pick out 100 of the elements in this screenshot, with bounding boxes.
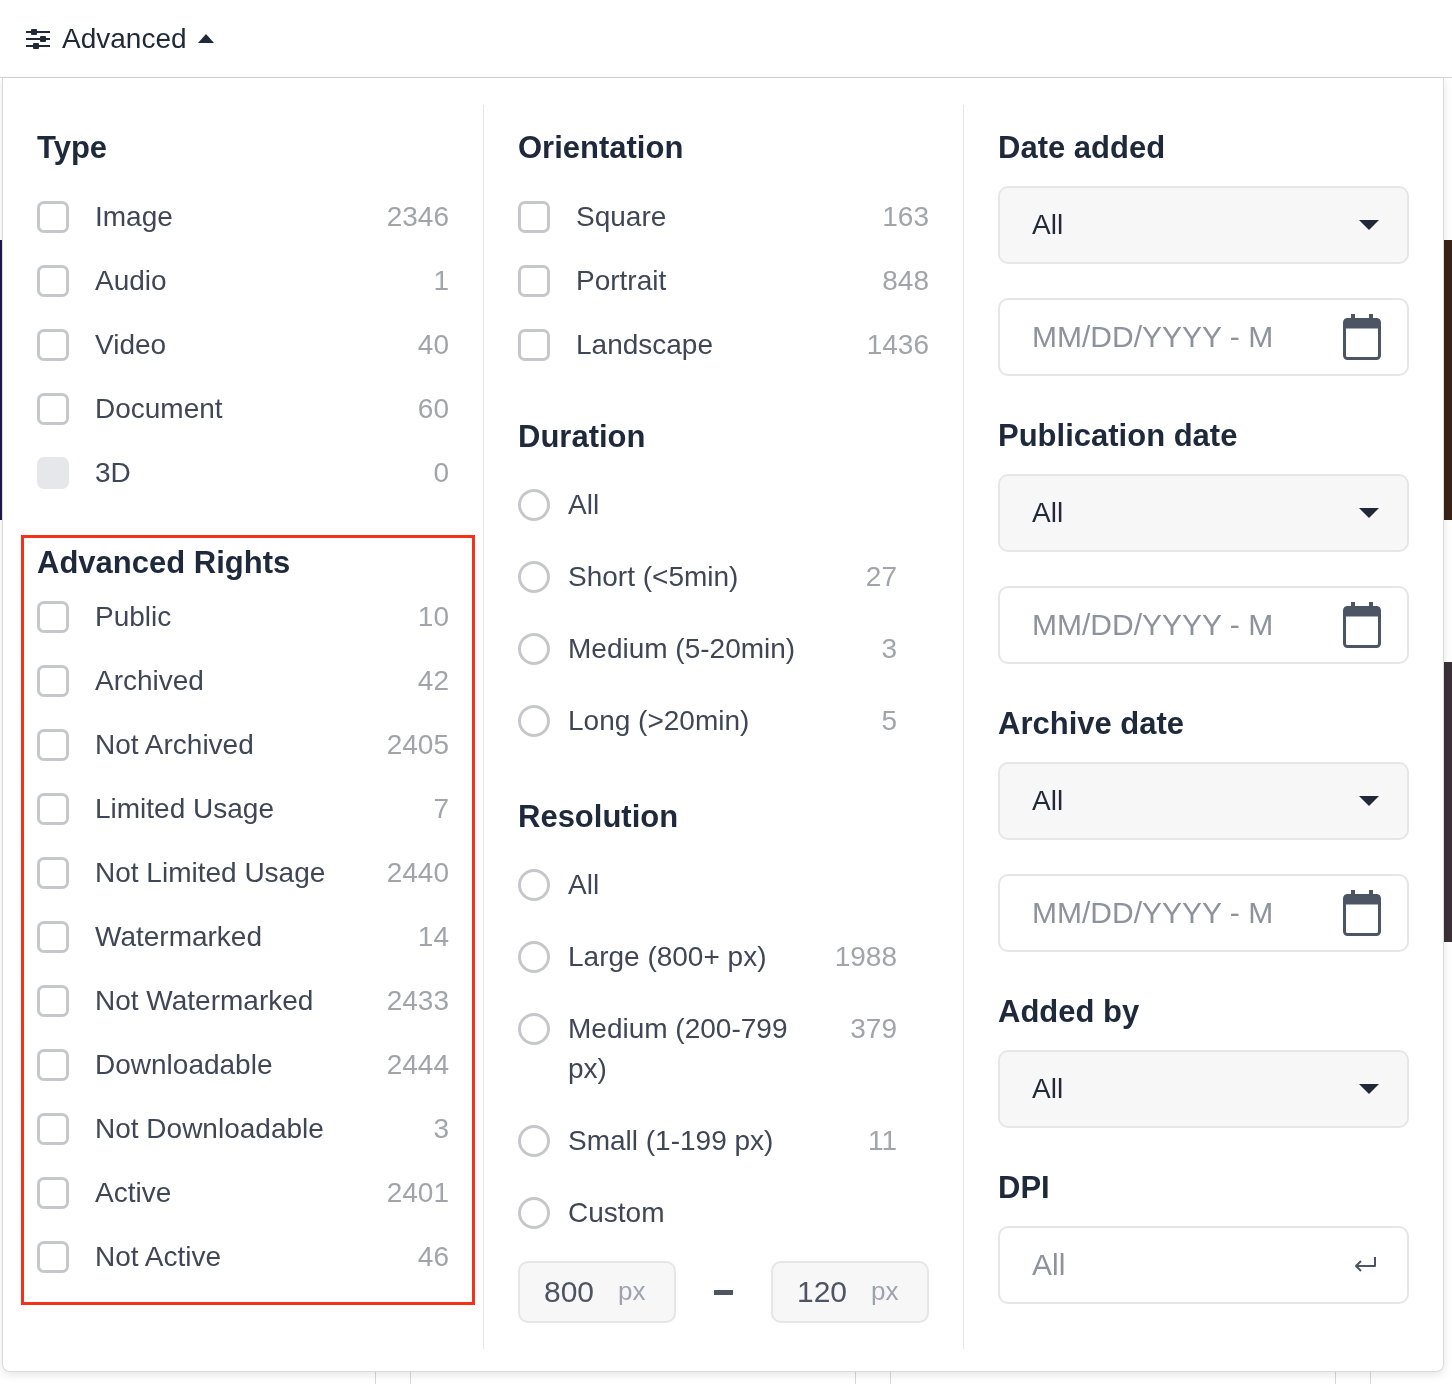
option-count: 2444 — [386, 1049, 449, 1081]
radio-button[interactable] — [518, 561, 550, 593]
checkbox[interactable] — [518, 265, 550, 297]
option-count: 2346 — [386, 201, 449, 233]
section-heading: Publication date — [998, 417, 1239, 455]
section-heading: Archive date — [998, 705, 1186, 743]
option-label: Not Limited Usage — [95, 857, 327, 889]
checkbox[interactable] — [37, 793, 69, 825]
section-heading: DPI — [998, 1169, 1051, 1207]
option-count: 1 — [433, 265, 449, 297]
option-count: 848 — [882, 265, 929, 297]
section-heading: Added by — [998, 993, 1141, 1031]
checkbox[interactable] — [37, 665, 69, 697]
option-label: Large (800+ px) — [568, 940, 768, 974]
checkbox[interactable] — [37, 201, 69, 233]
checkbox[interactable] — [37, 265, 69, 297]
radio-button[interactable] — [518, 1125, 550, 1157]
radio-button[interactable] — [518, 705, 550, 737]
option-count: 60 — [417, 393, 449, 425]
dropdown-select[interactable]: All — [998, 1050, 1409, 1128]
option-label: 3D — [95, 457, 132, 489]
option-label: Watermarked — [95, 921, 263, 953]
option-count: 2401 — [386, 1177, 449, 1209]
radio-button[interactable] — [518, 1013, 550, 1045]
option-count: 2405 — [386, 729, 449, 761]
option-label: Not Active — [95, 1241, 223, 1273]
option-label: Portrait — [576, 265, 668, 297]
date-range-field[interactable]: MM/DD/YYYY - M — [998, 586, 1409, 664]
radio-button[interactable] — [518, 869, 550, 901]
option-label: Limited Usage — [95, 793, 275, 825]
option-count: 27 — [864, 560, 897, 594]
radio-button[interactable] — [518, 633, 550, 665]
date-range-field[interactable]: MM/DD/YYYY - M — [998, 874, 1409, 952]
section-heading: Duration — [518, 418, 647, 456]
checkbox[interactable] — [37, 1241, 69, 1273]
option-count: 14 — [417, 921, 449, 953]
checkbox[interactable] — [37, 985, 69, 1017]
option-label: Downloadable — [95, 1049, 274, 1081]
option-label: Public — [95, 601, 173, 633]
option-label: All — [568, 868, 601, 902]
option-count: 379 — [849, 1012, 897, 1046]
checkbox[interactable] — [37, 601, 69, 633]
dropdown-select[interactable]: All — [998, 186, 1409, 264]
option-label: Active — [95, 1177, 173, 1209]
section-heading: Orientation — [518, 129, 685, 167]
section-heading: Type — [37, 129, 109, 167]
option-label: Video — [95, 329, 168, 361]
checkbox[interactable] — [37, 329, 69, 361]
option-count: 3 — [880, 632, 897, 666]
option-label: Short (<5min) — [568, 560, 740, 594]
checkbox[interactable] — [37, 1049, 69, 1081]
option-label: Custom — [568, 1196, 666, 1230]
caret-icon — [1359, 796, 1379, 806]
option-label: Small (1-199 px) — [568, 1124, 775, 1158]
calendar-icon[interactable] — [1343, 314, 1381, 360]
option-label: Medium (5-20min) — [568, 632, 797, 666]
option-label: Document — [95, 393, 224, 425]
radio-button[interactable] — [518, 941, 550, 973]
calendar-icon[interactable] — [1343, 890, 1381, 936]
section-heading: Advanced Rights — [37, 544, 292, 582]
option-label: Not Downloadable — [95, 1113, 325, 1145]
dropdown-select[interactable]: All — [998, 474, 1409, 552]
text-field[interactable]: All — [998, 1226, 1409, 1304]
option-label: Not Archived — [95, 729, 255, 761]
dash-icon — [714, 1289, 733, 1295]
calendar-icon[interactable] — [1343, 602, 1381, 648]
radio-button[interactable] — [518, 489, 550, 521]
checkbox[interactable] — [37, 1177, 69, 1209]
checkbox[interactable] — [37, 857, 69, 889]
option-count: 40 — [417, 329, 449, 361]
option-count: 2440 — [386, 857, 449, 889]
radio-button[interactable] — [518, 1197, 550, 1229]
option-count: 11 — [866, 1124, 897, 1158]
option-count: 10 — [417, 601, 449, 633]
option-count: 5 — [880, 704, 897, 738]
advanced-filters-button[interactable]: Advanced — [26, 22, 214, 55]
option-label: Archived — [95, 665, 205, 697]
checkbox[interactable] — [518, 201, 550, 233]
option-count: 1436 — [866, 329, 929, 361]
option-label: Landscape — [576, 329, 714, 361]
option-count: 163 — [882, 201, 929, 233]
option-count: 2433 — [386, 985, 449, 1017]
sliders-icon — [26, 28, 50, 49]
caret-icon — [1359, 508, 1379, 518]
unit-label: px — [871, 1275, 899, 1307]
option-label: Long (>20min) — [568, 704, 751, 738]
checkbox[interactable] — [518, 329, 550, 361]
section-heading: Date added — [998, 129, 1167, 167]
checkbox[interactable] — [37, 1113, 69, 1145]
checkbox[interactable] — [37, 921, 69, 953]
caret-icon — [1359, 220, 1379, 230]
date-range-field[interactable]: MM/DD/YYYY - M — [998, 298, 1409, 376]
caret-icon — [1359, 1084, 1379, 1094]
checkbox[interactable] — [37, 729, 69, 761]
dropdown-select[interactable]: All — [998, 762, 1409, 840]
option-count: 42 — [417, 665, 449, 697]
option-count: 0 — [433, 457, 449, 489]
option-label: Square — [576, 201, 668, 233]
enter-icon — [1353, 1256, 1377, 1274]
checkbox[interactable] — [37, 393, 69, 425]
